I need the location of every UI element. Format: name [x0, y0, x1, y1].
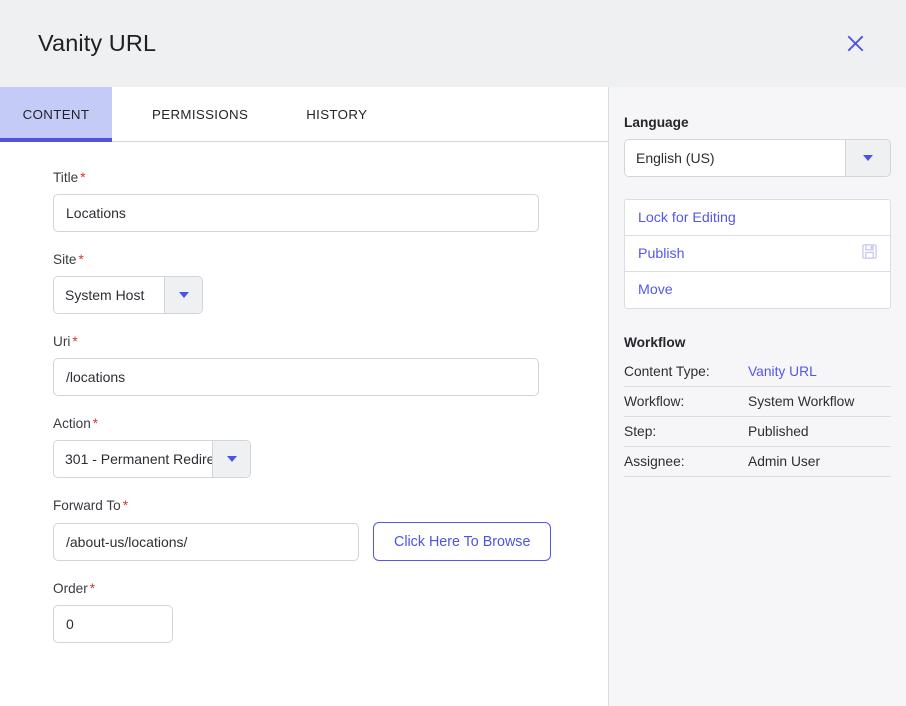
order-label-text: Order [53, 581, 88, 596]
uri-label-text: Uri [53, 334, 70, 349]
order-label: Order* [53, 581, 608, 596]
table-row: Assignee: Admin User [624, 447, 891, 477]
dialog-header: Vanity URL [0, 0, 906, 87]
field-title: Title* [53, 170, 608, 232]
language-select[interactable]: English (US) [624, 139, 891, 177]
title-required-marker: * [80, 170, 85, 185]
workflow-content-type-value[interactable]: Vanity URL [748, 357, 891, 387]
language-select-value: English (US) [625, 140, 845, 176]
table-row: Content Type: Vanity URL [624, 357, 891, 387]
vanity-url-dialog: Vanity URL CONTENT PERMISSIONS HISTORY [0, 0, 906, 706]
action-label-text: Action [53, 416, 91, 431]
tab-permissions-label: PERMISSIONS [152, 107, 248, 122]
content-form: Title* Site* System Host [0, 142, 608, 706]
forward-to-required-marker: * [123, 498, 128, 513]
action-lock-for-editing-label: Lock for Editing [638, 210, 736, 226]
workflow-actions-card: Lock for Editing Publish Move [624, 199, 891, 309]
site-select[interactable]: System Host [53, 276, 203, 314]
site-label: Site* [53, 252, 608, 267]
language-label: Language [624, 115, 891, 130]
field-site: Site* System Host [53, 252, 608, 314]
title-label-text: Title [53, 170, 78, 185]
action-required-marker: * [93, 416, 98, 431]
forward-to-label-text: Forward To [53, 498, 121, 513]
order-input[interactable] [53, 605, 173, 643]
table-row: Workflow: System Workflow [624, 387, 891, 417]
order-required-marker: * [90, 581, 95, 596]
action-publish-label: Publish [638, 246, 685, 262]
chevron-down-icon [845, 140, 890, 176]
site-required-marker: * [78, 252, 83, 267]
tab-history-label: HISTORY [306, 107, 367, 122]
field-uri: Uri* [53, 334, 608, 396]
uri-label: Uri* [53, 334, 608, 349]
workflow-section-title: Workflow [624, 335, 891, 350]
workflow-assignee-key: Assignee: [624, 447, 748, 477]
action-move-label: Move [638, 282, 673, 298]
action-select-value: 301 - Permanent Redirect [54, 441, 212, 477]
tab-history[interactable]: HISTORY [288, 87, 385, 142]
action-lock-for-editing[interactable]: Lock for Editing [625, 200, 890, 236]
site-label-text: Site [53, 252, 76, 267]
action-move[interactable]: Move [625, 272, 890, 308]
close-icon[interactable] [838, 27, 872, 61]
table-row: Step: Published [624, 417, 891, 447]
page-title: Vanity URL [38, 30, 156, 57]
workflow-assignee-value: Admin User [748, 447, 891, 477]
dialog-body: CONTENT PERMISSIONS HISTORY Title* [0, 87, 906, 706]
field-action: Action* 301 - Permanent Redirect [53, 416, 608, 478]
tab-bar: CONTENT PERMISSIONS HISTORY [0, 87, 608, 142]
title-label: Title* [53, 170, 608, 185]
chevron-down-icon [164, 277, 202, 313]
field-order: Order* [53, 581, 608, 643]
action-publish[interactable]: Publish [625, 236, 890, 272]
action-label: Action* [53, 416, 608, 431]
tab-content[interactable]: CONTENT [0, 87, 112, 142]
chevron-down-icon [212, 441, 250, 477]
sidebar-panel: Language English (US) Lock for Editing P… [609, 87, 906, 706]
tab-content-label: CONTENT [23, 107, 90, 122]
forward-to-label: Forward To* [53, 498, 608, 513]
title-input[interactable] [53, 194, 539, 232]
workflow-workflow-key: Workflow: [624, 387, 748, 417]
workflow-step-value: Published [748, 417, 891, 447]
action-select[interactable]: 301 - Permanent Redirect [53, 440, 251, 478]
uri-required-marker: * [72, 334, 77, 349]
workflow-content-type-key: Content Type: [624, 357, 748, 387]
field-forward-to: Forward To* Click Here To Browse [53, 498, 608, 561]
workflow-step-key: Step: [624, 417, 748, 447]
save-icon [862, 244, 877, 263]
workflow-workflow-value: System Workflow [748, 387, 891, 417]
forward-to-input[interactable] [53, 523, 359, 561]
uri-input[interactable] [53, 358, 539, 396]
main-panel: CONTENT PERMISSIONS HISTORY Title* [0, 87, 609, 706]
tab-permissions[interactable]: PERMISSIONS [134, 87, 266, 142]
site-select-value: System Host [54, 277, 164, 313]
forward-to-row: Click Here To Browse [53, 522, 608, 561]
browse-button[interactable]: Click Here To Browse [373, 522, 551, 561]
workflow-table: Content Type: Vanity URL Workflow: Syste… [624, 357, 891, 477]
